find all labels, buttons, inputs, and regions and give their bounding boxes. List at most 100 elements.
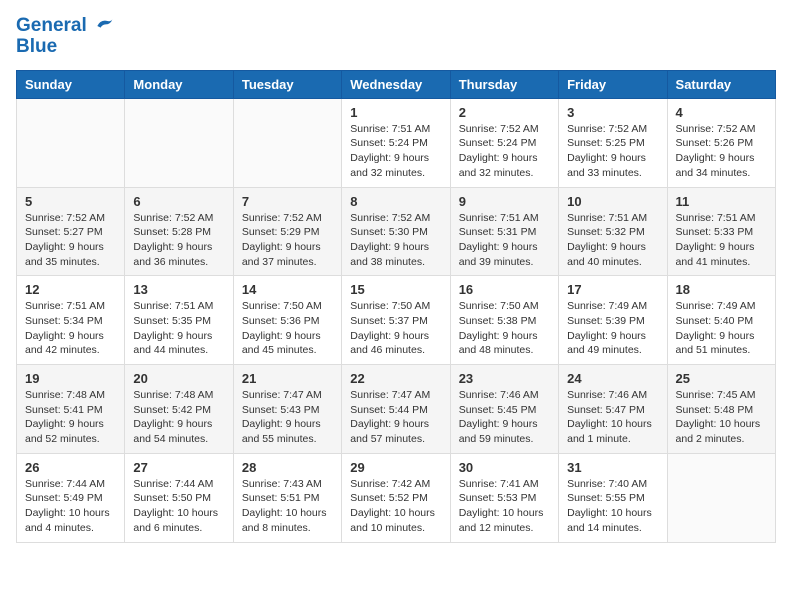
calendar-cell: 20 Sunrise: 7:48 AMSunset: 5:42 PMDayligh… bbox=[125, 365, 233, 454]
calendar-week-1: 1 Sunrise: 7:51 AMSunset: 5:24 PMDaylight… bbox=[17, 98, 776, 187]
day-info: Sunrise: 7:51 AMSunset: 5:31 PMDaylight:… bbox=[459, 211, 550, 270]
day-info: Sunrise: 7:52 AMSunset: 5:25 PMDaylight:… bbox=[567, 122, 658, 181]
calendar-cell: 13Sunrise: 7:51 AMSunset: 5:35 PMDayligh… bbox=[125, 276, 233, 365]
day-number: 1 bbox=[350, 105, 441, 120]
weekday-header-monday: Monday bbox=[125, 70, 233, 98]
calendar-cell bbox=[667, 453, 775, 542]
calendar-week-4: 19Sunrise: 7:48 AMSunset: 5:41 PMDayligh… bbox=[17, 365, 776, 454]
calendar-cell: 25 Sunrise: 7:45 AMSunset: 5:48 PMDayligh… bbox=[667, 365, 775, 454]
day-number: 7 bbox=[242, 194, 333, 209]
calendar-cell: 27 Sunrise: 7:44 AMSunset: 5:50 PMDayligh… bbox=[125, 453, 233, 542]
calendar-cell: 15 Sunrise: 7:50 AMSunset: 5:37 PMDayligh… bbox=[342, 276, 450, 365]
calendar-cell: 28Sunrise: 7:43 AMSunset: 5:51 PMDayligh… bbox=[233, 453, 341, 542]
day-info: Sunrise: 7:49 AMSunset: 5:40 PMDaylight:… bbox=[676, 299, 767, 358]
logo-text: General bbox=[16, 16, 114, 37]
day-info: Sunrise: 7:46 AMSunset: 5:45 PMDaylight:… bbox=[459, 388, 550, 447]
day-number: 4 bbox=[676, 105, 767, 120]
day-number: 28 bbox=[242, 460, 333, 475]
calendar-cell: 11 Sunrise: 7:51 AMSunset: 5:33 PMDayligh… bbox=[667, 187, 775, 276]
day-number: 26 bbox=[25, 460, 116, 475]
calendar-cell: 12 Sunrise: 7:51 AMSunset: 5:34 PMDayligh… bbox=[17, 276, 125, 365]
calendar-week-5: 26 Sunrise: 7:44 AMSunset: 5:49 PMDayligh… bbox=[17, 453, 776, 542]
day-number: 3 bbox=[567, 105, 658, 120]
calendar-header-row: SundayMondayTuesdayWednesdayThursdayFrid… bbox=[17, 70, 776, 98]
day-info: Sunrise: 7:47 AMSunset: 5:44 PMDaylight:… bbox=[350, 388, 441, 447]
day-number: 15 bbox=[350, 282, 441, 297]
calendar-cell: 6 Sunrise: 7:52 AMSunset: 5:28 PMDaylight… bbox=[125, 187, 233, 276]
logo-blue: Blue bbox=[16, 37, 114, 58]
logo: General Blue bbox=[16, 16, 114, 58]
day-info: Sunrise: 7:46 AMSunset: 5:47 PMDaylight:… bbox=[567, 388, 658, 447]
day-number: 11 bbox=[676, 194, 767, 209]
day-info: Sunrise: 7:45 AMSunset: 5:48 PMDaylight:… bbox=[676, 388, 767, 447]
calendar-cell: 16 Sunrise: 7:50 AMSunset: 5:38 PMDayligh… bbox=[450, 276, 558, 365]
day-number: 6 bbox=[133, 194, 224, 209]
day-info: Sunrise: 7:52 AMSunset: 5:26 PMDaylight:… bbox=[676, 122, 767, 181]
calendar-cell: 31 Sunrise: 7:40 AMSunset: 5:55 PMDayligh… bbox=[559, 453, 667, 542]
day-info: Sunrise: 7:47 AMSunset: 5:43 PMDaylight:… bbox=[242, 388, 333, 447]
calendar-cell: 3 Sunrise: 7:52 AMSunset: 5:25 PMDaylight… bbox=[559, 98, 667, 187]
weekday-header-wednesday: Wednesday bbox=[342, 70, 450, 98]
day-info: Sunrise: 7:51 AMSunset: 5:32 PMDaylight:… bbox=[567, 211, 658, 270]
calendar-cell bbox=[17, 98, 125, 187]
day-number: 10 bbox=[567, 194, 658, 209]
calendar-cell: 30Sunrise: 7:41 AMSunset: 5:53 PMDayligh… bbox=[450, 453, 558, 542]
day-info: Sunrise: 7:44 AMSunset: 5:49 PMDaylight:… bbox=[25, 477, 116, 536]
day-info: Sunrise: 7:48 AMSunset: 5:42 PMDaylight:… bbox=[133, 388, 224, 447]
calendar-week-3: 12 Sunrise: 7:51 AMSunset: 5:34 PMDayligh… bbox=[17, 276, 776, 365]
day-info: Sunrise: 7:52 AMSunset: 5:24 PMDaylight:… bbox=[459, 122, 550, 181]
day-number: 18 bbox=[676, 282, 767, 297]
day-info: Sunrise: 7:52 AMSunset: 5:28 PMDaylight:… bbox=[133, 211, 224, 270]
page-header: General Blue bbox=[16, 16, 776, 58]
calendar-cell: 22 Sunrise: 7:47 AMSunset: 5:44 PMDayligh… bbox=[342, 365, 450, 454]
day-number: 9 bbox=[459, 194, 550, 209]
calendar-cell: 24 Sunrise: 7:46 AMSunset: 5:47 PMDayligh… bbox=[559, 365, 667, 454]
calendar-cell: 1 Sunrise: 7:51 AMSunset: 5:24 PMDaylight… bbox=[342, 98, 450, 187]
calendar-cell: 7 Sunrise: 7:52 AMSunset: 5:29 PMDaylight… bbox=[233, 187, 341, 276]
day-number: 20 bbox=[133, 371, 224, 386]
day-info: Sunrise: 7:51 AMSunset: 5:33 PMDaylight:… bbox=[676, 211, 767, 270]
calendar-cell: 2 Sunrise: 7:52 AMSunset: 5:24 PMDaylight… bbox=[450, 98, 558, 187]
day-number: 25 bbox=[676, 371, 767, 386]
day-info: Sunrise: 7:52 AMSunset: 5:30 PMDaylight:… bbox=[350, 211, 441, 270]
day-info: Sunrise: 7:51 AMSunset: 5:24 PMDaylight:… bbox=[350, 122, 441, 181]
day-info: Sunrise: 7:48 AMSunset: 5:41 PMDaylight:… bbox=[25, 388, 116, 447]
calendar-cell: 4 Sunrise: 7:52 AMSunset: 5:26 PMDaylight… bbox=[667, 98, 775, 187]
day-number: 13 bbox=[133, 282, 224, 297]
day-number: 12 bbox=[25, 282, 116, 297]
day-number: 14 bbox=[242, 282, 333, 297]
day-number: 22 bbox=[350, 371, 441, 386]
calendar-cell: 19Sunrise: 7:48 AMSunset: 5:41 PMDayligh… bbox=[17, 365, 125, 454]
calendar-cell: 5Sunrise: 7:52 AMSunset: 5:27 PMDaylight… bbox=[17, 187, 125, 276]
day-number: 23 bbox=[459, 371, 550, 386]
day-info: Sunrise: 7:52 AMSunset: 5:29 PMDaylight:… bbox=[242, 211, 333, 270]
calendar-cell: 26 Sunrise: 7:44 AMSunset: 5:49 PMDayligh… bbox=[17, 453, 125, 542]
calendar-cell bbox=[125, 98, 233, 187]
day-info: Sunrise: 7:40 AMSunset: 5:55 PMDaylight:… bbox=[567, 477, 658, 536]
day-info: Sunrise: 7:51 AMSunset: 5:34 PMDaylight:… bbox=[25, 299, 116, 358]
day-number: 16 bbox=[459, 282, 550, 297]
day-info: Sunrise: 7:50 AMSunset: 5:37 PMDaylight:… bbox=[350, 299, 441, 358]
day-number: 2 bbox=[459, 105, 550, 120]
calendar-cell bbox=[233, 98, 341, 187]
day-info: Sunrise: 7:42 AMSunset: 5:52 PMDaylight:… bbox=[350, 477, 441, 536]
calendar-cell: 17Sunrise: 7:49 AMSunset: 5:39 PMDayligh… bbox=[559, 276, 667, 365]
calendar-week-2: 5Sunrise: 7:52 AMSunset: 5:27 PMDaylight… bbox=[17, 187, 776, 276]
day-number: 27 bbox=[133, 460, 224, 475]
day-info: Sunrise: 7:44 AMSunset: 5:50 PMDaylight:… bbox=[133, 477, 224, 536]
day-number: 29 bbox=[350, 460, 441, 475]
weekday-header-thursday: Thursday bbox=[450, 70, 558, 98]
day-number: 21 bbox=[242, 371, 333, 386]
calendar-cell: 9 Sunrise: 7:51 AMSunset: 5:31 PMDaylight… bbox=[450, 187, 558, 276]
calendar-cell: 18 Sunrise: 7:49 AMSunset: 5:40 PMDayligh… bbox=[667, 276, 775, 365]
calendar-cell: 10 Sunrise: 7:51 AMSunset: 5:32 PMDayligh… bbox=[559, 187, 667, 276]
day-number: 24 bbox=[567, 371, 658, 386]
day-number: 17 bbox=[567, 282, 658, 297]
day-info: Sunrise: 7:50 AMSunset: 5:38 PMDaylight:… bbox=[459, 299, 550, 358]
calendar-cell: 8 Sunrise: 7:52 AMSunset: 5:30 PMDaylight… bbox=[342, 187, 450, 276]
day-number: 8 bbox=[350, 194, 441, 209]
calendar-cell: 23 Sunrise: 7:46 AMSunset: 5:45 PMDayligh… bbox=[450, 365, 558, 454]
day-number: 30 bbox=[459, 460, 550, 475]
calendar-table: SundayMondayTuesdayWednesdayThursdayFrid… bbox=[16, 70, 776, 543]
day-number: 31 bbox=[567, 460, 658, 475]
